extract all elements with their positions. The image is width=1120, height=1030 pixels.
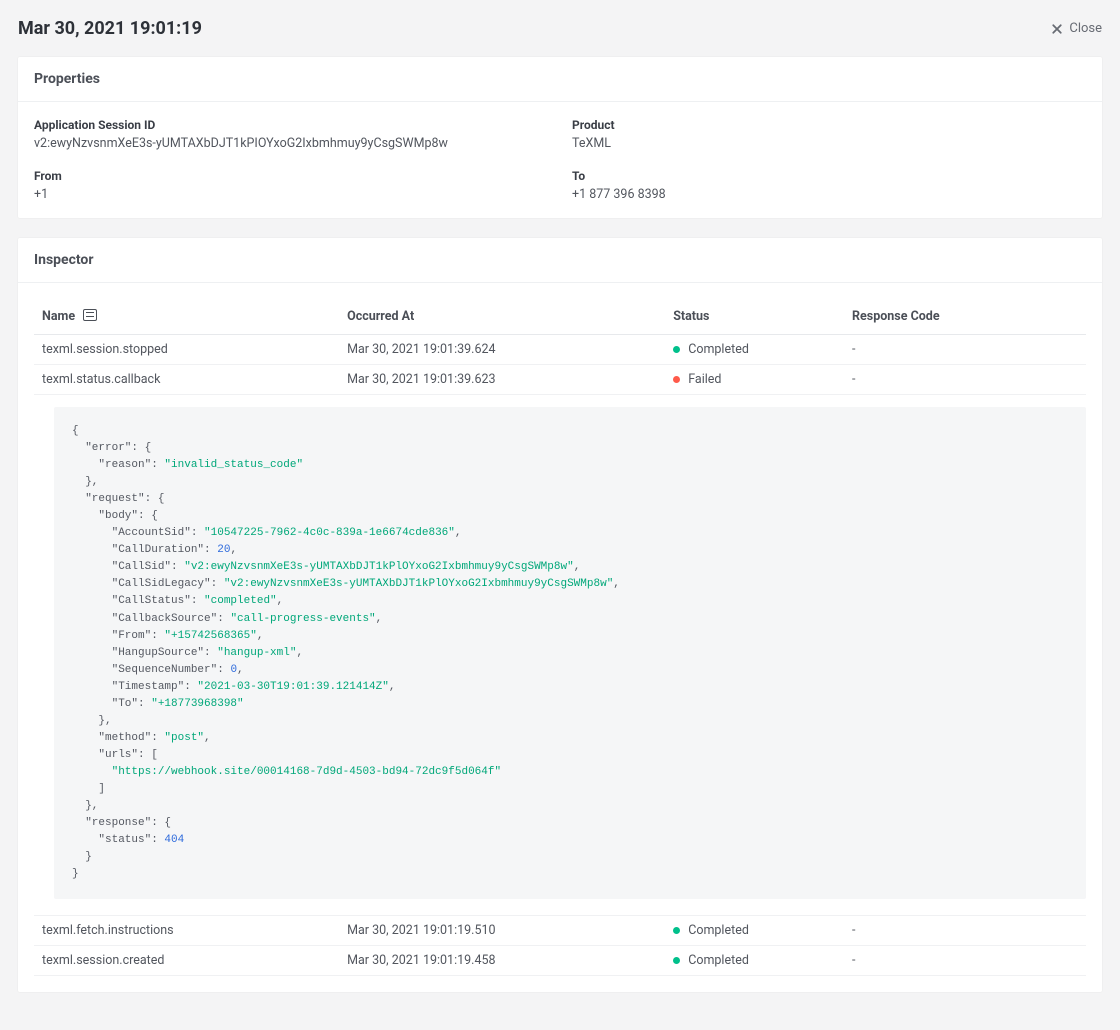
table-header-row: Name Occurred At Status Response Code bbox=[34, 299, 1086, 335]
property-value: +1 bbox=[34, 187, 548, 202]
cell-name: texml.status.callback bbox=[34, 365, 339, 395]
property-value: v2:ewyNzvsnmXeE3s-yUMTAXbDJT1kPIOYxoG2Ix… bbox=[34, 136, 548, 151]
table-row[interactable]: texml.status.callbackMar 30, 2021 19:01:… bbox=[34, 365, 1086, 395]
cell-response-code: - bbox=[844, 946, 1086, 976]
table-row[interactable]: texml.session.createdMar 30, 2021 19:01:… bbox=[34, 946, 1086, 976]
cell-response-code: - bbox=[844, 916, 1086, 946]
page-title: Mar 30, 2021 19:01:19 bbox=[18, 18, 202, 39]
close-icon bbox=[1051, 23, 1063, 35]
property-label: Product bbox=[572, 118, 1086, 132]
property-product: Product TeXML bbox=[572, 118, 1086, 151]
cell-occurred-at: Mar 30, 2021 19:01:19.510 bbox=[339, 916, 665, 946]
col-status-label: Status bbox=[665, 299, 844, 335]
cell-status: Completed bbox=[665, 946, 844, 976]
cell-status: Completed bbox=[665, 335, 844, 365]
status-dot-icon bbox=[673, 376, 680, 383]
status-text: Completed bbox=[688, 342, 749, 357]
detail-toggle-icon[interactable] bbox=[83, 309, 97, 321]
status-dot-icon bbox=[673, 346, 680, 353]
properties-title: Properties bbox=[18, 57, 1102, 102]
property-value: TeXML bbox=[572, 136, 1086, 151]
cell-name: texml.fetch.instructions bbox=[34, 916, 339, 946]
table-row[interactable]: texml.fetch.instructionsMar 30, 2021 19:… bbox=[34, 916, 1086, 946]
close-label: Close bbox=[1069, 21, 1102, 36]
status-dot-icon bbox=[673, 957, 680, 964]
table-row[interactable]: texml.session.stoppedMar 30, 2021 19:01:… bbox=[34, 335, 1086, 365]
close-button[interactable]: Close bbox=[1051, 21, 1102, 36]
properties-grid: Application Session ID v2:ewyNzvsnmXeE3s… bbox=[34, 118, 1086, 202]
properties-panel: Properties Application Session ID v2:ewy… bbox=[18, 57, 1102, 218]
property-label: Application Session ID bbox=[34, 118, 548, 132]
status-text: Failed bbox=[688, 372, 721, 387]
cell-response-code: - bbox=[844, 365, 1086, 395]
inspector-table: Name Occurred At Status Response Code te… bbox=[34, 299, 1086, 976]
page-header: Mar 30, 2021 19:01:19 Close bbox=[18, 18, 1102, 39]
inspector-title: Inspector bbox=[18, 238, 1102, 283]
status-dot-icon bbox=[673, 927, 680, 934]
cell-name: texml.session.created bbox=[34, 946, 339, 976]
col-response-code-label: Response Code bbox=[844, 299, 1086, 335]
property-label: From bbox=[34, 169, 548, 183]
property-application-session-id: Application Session ID v2:ewyNzvsnmXeE3s… bbox=[34, 118, 548, 151]
cell-name: texml.session.stopped bbox=[34, 335, 339, 365]
property-label: To bbox=[572, 169, 1086, 183]
col-occurred-at-label: Occurred At bbox=[339, 299, 665, 335]
cell-response-code: - bbox=[844, 335, 1086, 365]
col-name-label: Name bbox=[42, 309, 75, 324]
inspector-panel: Inspector Name Occurred At Status Respon… bbox=[18, 238, 1102, 992]
table-row-detail: { "error": { "reason": "invalid_status_c… bbox=[34, 395, 1086, 916]
property-from: From +1 bbox=[34, 169, 548, 202]
cell-status: Completed bbox=[665, 916, 844, 946]
cell-occurred-at: Mar 30, 2021 19:01:19.458 bbox=[339, 946, 665, 976]
property-to: To +1 877 396 8398 bbox=[572, 169, 1086, 202]
property-value: +1 877 396 8398 bbox=[572, 187, 1086, 202]
cell-status: Failed bbox=[665, 365, 844, 395]
status-text: Completed bbox=[688, 953, 749, 968]
status-text: Completed bbox=[688, 923, 749, 938]
payload-json: { "error": { "reason": "invalid_status_c… bbox=[54, 407, 1086, 899]
cell-occurred-at: Mar 30, 2021 19:01:39.624 bbox=[339, 335, 665, 365]
cell-occurred-at: Mar 30, 2021 19:01:39.623 bbox=[339, 365, 665, 395]
